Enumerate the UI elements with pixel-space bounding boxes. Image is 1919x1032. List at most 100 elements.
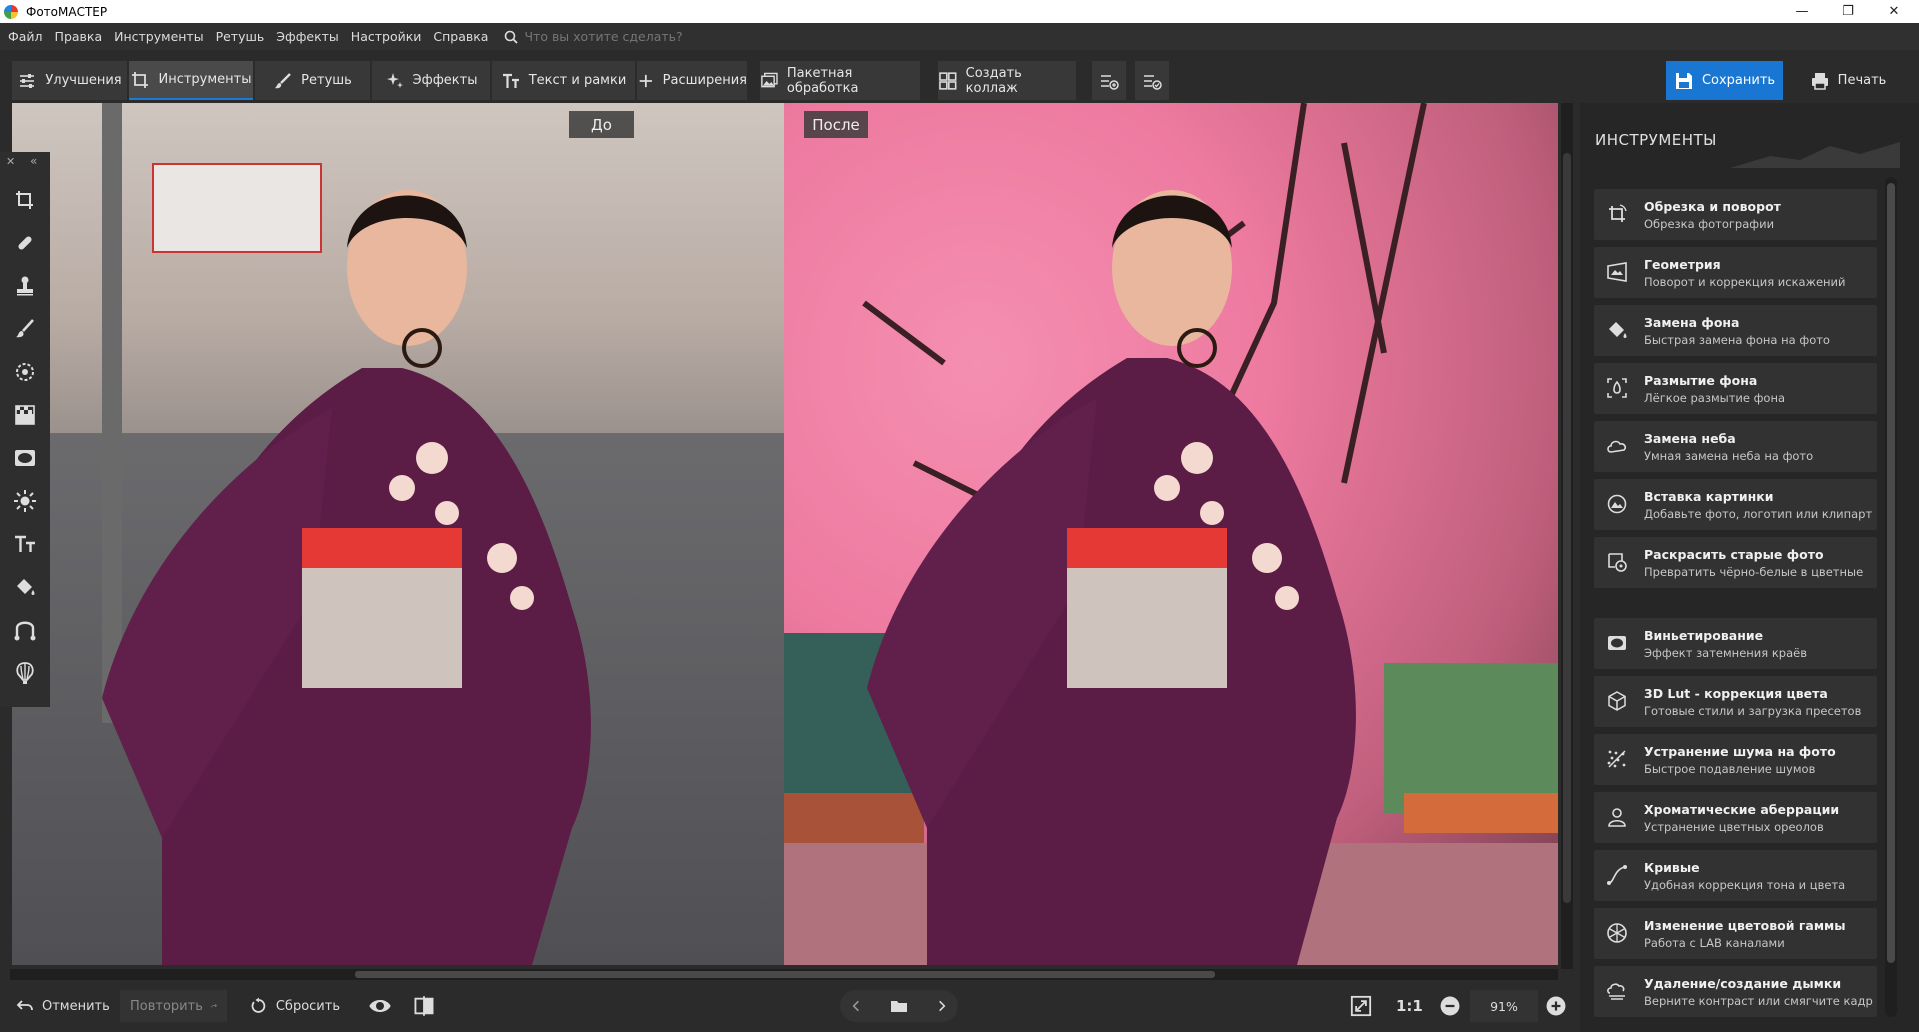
menu-help[interactable]: Справка bbox=[433, 29, 488, 44]
tab-text-frames[interactable]: Текст и рамки bbox=[492, 61, 635, 100]
strip-curves-icon[interactable] bbox=[13, 618, 37, 642]
tool-vignetting[interactable]: Виньетирование Эффект затемнения краёв bbox=[1594, 618, 1877, 669]
strip-close-icon[interactable]: ✕ bbox=[6, 155, 15, 168]
preset-apply-icon bbox=[1144, 74, 1162, 90]
tool-colorize-old-photos[interactable]: Раскрасить старые фото Превратить чёрно-… bbox=[1594, 537, 1877, 588]
tool-name: Раскрасить старые фото bbox=[1644, 547, 1824, 562]
zoom-in-button[interactable] bbox=[1546, 990, 1568, 1022]
panel-scroll-thumb[interactable] bbox=[1887, 183, 1895, 963]
tool-name: Хроматические аберрации bbox=[1644, 802, 1840, 817]
strip-collapse-icon[interactable]: « bbox=[30, 154, 37, 168]
before-image: До bbox=[12, 103, 784, 965]
tool-sky-replace[interactable]: Замена неба Умная замена неба на фото bbox=[1594, 421, 1877, 472]
strip-stamp-icon[interactable] bbox=[13, 274, 37, 298]
strip-healing-patch-icon[interactable] bbox=[13, 231, 37, 255]
tab-label: Ретушь bbox=[301, 73, 352, 88]
zoom-out-button[interactable] bbox=[1440, 990, 1462, 1022]
preset-add-button[interactable] bbox=[1092, 61, 1126, 100]
tab-label: Расширения bbox=[662, 73, 747, 88]
zoom-1to1-button[interactable]: 1:1 bbox=[1396, 990, 1426, 1022]
strip-vignette-icon[interactable] bbox=[13, 446, 37, 470]
tool-description: Быстрая замена фона на фото bbox=[1644, 333, 1830, 347]
chevron-left-icon[interactable] bbox=[849, 999, 863, 1013]
print-label: Печать bbox=[1837, 73, 1887, 88]
reset-button[interactable]: Сбросить bbox=[250, 990, 340, 1022]
panel-scrollbar[interactable] bbox=[1885, 177, 1897, 1017]
strip-crop-rotate-icon[interactable] bbox=[13, 188, 37, 212]
sliders-icon bbox=[20, 73, 35, 88]
strip-radial-icon[interactable] bbox=[13, 360, 37, 384]
photo-canvas[interactable]: До После bbox=[12, 103, 1558, 965]
reset-label: Сбросить bbox=[275, 998, 340, 1014]
tab-extensions[interactable]: Расширения bbox=[637, 61, 747, 100]
compare-split-button[interactable] bbox=[413, 990, 443, 1022]
strip-brush-icon[interactable] bbox=[13, 317, 37, 341]
tool-geometry[interactable]: Геометрия Поворот и коррекция искажений bbox=[1594, 247, 1877, 298]
printer-icon bbox=[1811, 72, 1828, 90]
strip-text-icon[interactable] bbox=[13, 532, 37, 556]
tab-enhancements[interactable]: Улучшения bbox=[12, 61, 127, 100]
print-button[interactable]: Печать bbox=[1789, 61, 1907, 100]
strip-gradient-icon[interactable] bbox=[13, 403, 37, 427]
menu-file[interactable]: Файл bbox=[8, 29, 43, 44]
canvas-vertical-scrollbar[interactable] bbox=[1561, 103, 1573, 969]
preset-apply-button[interactable] bbox=[1135, 61, 1169, 100]
tool-dehaze[interactable]: Удаление/создание дымки Верните контраст… bbox=[1594, 966, 1877, 1017]
tool-chromatic-aberration[interactable]: Хроматические аберрации Устранение цветн… bbox=[1594, 792, 1877, 843]
maximize-button[interactable]: ❐ bbox=[1825, 0, 1871, 23]
canvas-horizontal-scroll-thumb[interactable] bbox=[355, 971, 1215, 978]
tool-3d-lut[interactable]: 3D Lut - коррекция цвета Готовые стили и… bbox=[1594, 676, 1877, 727]
tool-crop-rotate[interactable]: Обрезка и поворот Обрезка фотографии bbox=[1594, 189, 1877, 240]
create-collage-button[interactable]: Создать коллаж bbox=[938, 61, 1076, 100]
undo-button[interactable]: Отменить bbox=[16, 990, 111, 1022]
preview-eye-button[interactable] bbox=[368, 990, 398, 1022]
tool-name: Замена неба bbox=[1644, 431, 1736, 446]
tab-retouch[interactable]: Ретушь bbox=[255, 61, 370, 100]
tool-insert-image[interactable]: Вставка картинки Добавьте фото, логотип … bbox=[1594, 479, 1877, 530]
strip-fill-bucket-icon[interactable] bbox=[13, 575, 37, 599]
menu-tools[interactable]: Инструменты bbox=[114, 29, 203, 44]
search-input[interactable] bbox=[524, 29, 725, 44]
tool-noise-removal[interactable]: Устранение шума на фото Быстрое подавлен… bbox=[1594, 734, 1877, 785]
canvas-horizontal-scrollbar[interactable] bbox=[10, 969, 1558, 980]
redo-button[interactable]: Повторить bbox=[120, 990, 227, 1022]
tab-tools[interactable]: Инструменты bbox=[129, 61, 253, 100]
menu-effects[interactable]: Эффекты bbox=[276, 29, 339, 44]
sparkle-icon bbox=[386, 72, 403, 88]
tool-description: Верните контраст или смягчите кадр bbox=[1644, 994, 1873, 1008]
canvas-vertical-scroll-thumb[interactable] bbox=[1563, 153, 1571, 903]
search-icon bbox=[505, 30, 519, 44]
strip-light-icon[interactable] bbox=[13, 489, 37, 513]
tool-color-gamut[interactable]: Изменение цветовой гаммы Работа с LAB ка… bbox=[1594, 908, 1877, 959]
photo-navigator bbox=[840, 990, 958, 1022]
blur-icon bbox=[1606, 377, 1628, 399]
tools-panel: ИНСТРУМЕНТЫ Обрезка и поворот Обрезка фо… bbox=[1580, 103, 1919, 1032]
tool-description: Добавьте фото, логотип или клипарт bbox=[1644, 507, 1873, 521]
cube-icon bbox=[1606, 690, 1628, 712]
menu-retouch[interactable]: Ретушь bbox=[216, 29, 265, 44]
undo-label: Отменить bbox=[42, 998, 110, 1014]
panel-title: ИНСТРУМЕНТЫ bbox=[1595, 131, 1717, 149]
quick-tools-strip: ✕ « bbox=[0, 152, 50, 707]
folder-icon[interactable] bbox=[890, 997, 908, 1015]
title-bar: ФотоМАСТЕР — ❐ ✕ bbox=[0, 0, 1919, 23]
tool-background-replace[interactable]: Замена фона Быстрая замена фона на фото bbox=[1594, 305, 1877, 356]
tool-description: Готовые стили и загрузка пресетов bbox=[1644, 704, 1862, 718]
tool-name: Обрезка и поворот bbox=[1644, 199, 1781, 214]
menu-settings[interactable]: Настройки bbox=[351, 29, 422, 44]
redo-icon bbox=[211, 1004, 217, 1008]
batch-processing-button[interactable]: Пакетная обработка bbox=[760, 61, 920, 100]
tab-effects[interactable]: Эффекты bbox=[372, 61, 490, 100]
zoom-level[interactable]: 91% bbox=[1470, 990, 1538, 1022]
menu-edit[interactable]: Правка bbox=[55, 29, 103, 44]
tool-curves[interactable]: Кривые Удобная коррекция тона и цвета bbox=[1594, 850, 1877, 901]
strip-balloon-icon[interactable] bbox=[13, 661, 37, 685]
save-button[interactable]: Сохранить bbox=[1666, 61, 1783, 100]
minimize-button[interactable]: — bbox=[1779, 0, 1825, 23]
close-button[interactable]: ✕ bbox=[1871, 0, 1917, 23]
tool-background-blur[interactable]: Размытие фона Лёгкое размытие фона bbox=[1594, 363, 1877, 414]
cloud-icon bbox=[1606, 435, 1628, 457]
tool-description: Быстрое подавление шумов bbox=[1644, 762, 1816, 776]
chevron-right-icon[interactable] bbox=[935, 999, 949, 1013]
fit-to-screen-button[interactable] bbox=[1350, 990, 1376, 1022]
